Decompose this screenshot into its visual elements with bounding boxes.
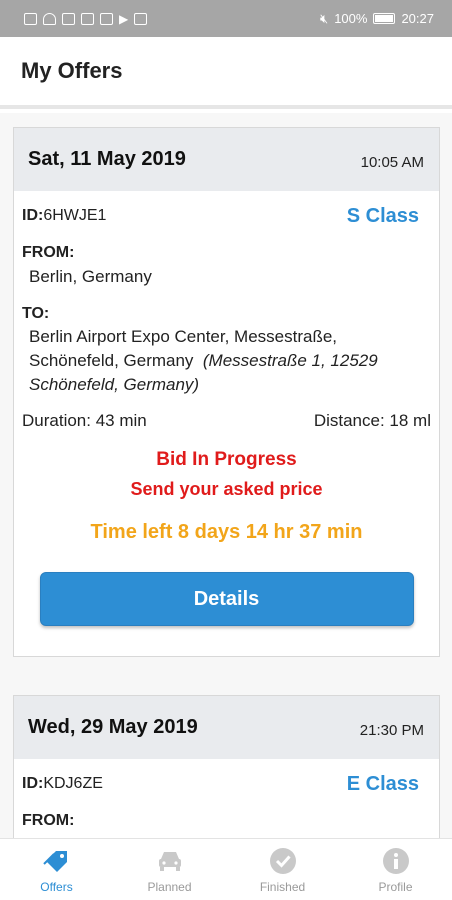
nav-finished[interactable]: Finished	[226, 839, 339, 900]
notification-icons: ▶	[24, 11, 148, 26]
bid-status: Bid In Progress	[156, 449, 297, 470]
to-address-line2-row: Schönefeld, Germany (Messestraße 1, 1252…	[29, 349, 431, 373]
duration: Duration: 43 min	[22, 411, 147, 430]
offer-id: ID:6HWJE1	[22, 207, 106, 225]
offer-date: Wed, 29 May 2019	[28, 716, 198, 738]
offer-card-body: ID:KDJ6ZE E Class FROM:	[14, 759, 439, 830]
to-label: TO:	[22, 305, 50, 322]
offer-card: Wed, 29 May 2019 21:30 PM ID:KDJ6ZE E Cl…	[13, 695, 440, 838]
nfc-icon	[62, 12, 75, 25]
play-icon: ▶	[119, 11, 129, 26]
offer-id-label: ID:	[22, 207, 44, 224]
details-button[interactable]: Details	[39, 572, 414, 626]
from-label: FROM:	[22, 812, 75, 829]
page-title: My Offers	[21, 58, 123, 83]
offer-id-value: KDJ6ZE	[43, 775, 103, 792]
clock: 20:27	[401, 11, 434, 26]
offer-date: Sat, 11 May 2019	[28, 148, 186, 170]
car-icon	[155, 846, 185, 876]
to-address-note1: (Messestraße 1, 12529	[202, 351, 378, 370]
to-value: Berlin Airport Expo Center, Messestraße,…	[29, 325, 431, 397]
distance: Distance: 18 ml	[313, 411, 431, 430]
vehicle-class: E Class	[346, 773, 419, 795]
tag-icon	[42, 846, 72, 876]
nav-profile[interactable]: Profile	[339, 839, 452, 900]
nav-finished-label: Finished	[259, 879, 306, 894]
offer-id-value: 6HWJE1	[43, 207, 107, 224]
status-bar: ▶ 🔇︎ 100% 20:27	[0, 0, 452, 37]
nav-profile-label: Profile	[378, 879, 413, 894]
from-label: FROM:	[22, 244, 75, 261]
info-circle-icon	[381, 846, 411, 876]
offer-card-header: Wed, 29 May 2019 21:30 PM	[14, 696, 439, 759]
to-address-line2: Schönefeld, Germany	[29, 351, 194, 370]
offer-time: 10:05 AM	[360, 154, 424, 171]
offers-list[interactable]: Sat, 11 May 2019 10:05 AM ID:6HWJE1 S Cl…	[0, 113, 452, 838]
from-value: Berlin, Germany	[29, 267, 152, 286]
battery-icon	[373, 13, 396, 24]
message-icon	[134, 12, 148, 25]
offer-id: ID:KDJ6ZE	[22, 775, 103, 793]
to-address-note2: Schönefeld, Germany)	[29, 375, 200, 394]
bid-status-subtext: Send your asked price	[130, 479, 323, 499]
gallery-icon	[81, 12, 94, 25]
offer-id-label: ID:	[22, 775, 44, 792]
trip-metrics: Duration: 43 min Distance: 18 ml	[22, 411, 431, 431]
to-address-line1: Berlin Airport Expo Center, Messestraße,	[29, 327, 338, 346]
sim-icon	[24, 12, 37, 25]
nav-planned-label: Planned	[147, 879, 192, 894]
offer-card: Sat, 11 May 2019 10:05 AM ID:6HWJE1 S Cl…	[13, 127, 440, 657]
offer-card-header: Sat, 11 May 2019 10:05 AM	[14, 128, 439, 191]
battery-percent: 100%	[334, 11, 368, 26]
wifi-icon	[43, 12, 56, 25]
mute-icon: 🔇︎	[320, 10, 329, 26]
youtube-icon	[100, 12, 113, 25]
check-circle-icon	[268, 846, 298, 876]
nav-planned[interactable]: Planned	[113, 839, 226, 900]
nav-offers[interactable]: Offers	[0, 839, 113, 900]
time-left: Time left 8 days 14 hr 37 min	[90, 521, 363, 543]
nav-offers-label: Offers	[40, 879, 73, 894]
offer-time: 21:30 PM	[359, 722, 424, 739]
bottom-navigation: Offers Planned Finished Profile	[0, 838, 452, 900]
offer-card-body: ID:6HWJE1 S Class FROM: Berlin, Germany …	[14, 191, 439, 626]
app-header: My Offers	[0, 37, 452, 109]
vehicle-class: S Class	[346, 205, 419, 227]
